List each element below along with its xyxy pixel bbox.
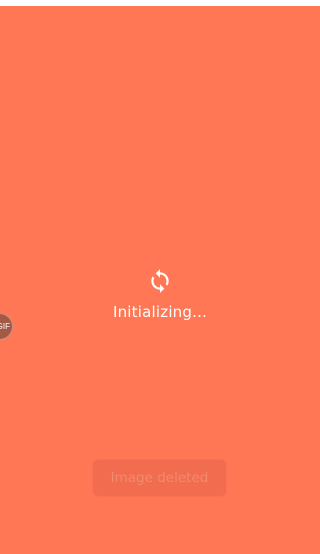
app-screen: Initializing... GIF Image deleted bbox=[0, 0, 320, 554]
loading-indicator: Initializing... bbox=[0, 268, 320, 321]
main-content: Initializing... GIF Image deleted bbox=[0, 6, 320, 554]
loading-status-text: Initializing... bbox=[112, 303, 208, 321]
sync-icon bbox=[151, 269, 169, 293]
toast-message: Image deleted bbox=[93, 460, 226, 496]
